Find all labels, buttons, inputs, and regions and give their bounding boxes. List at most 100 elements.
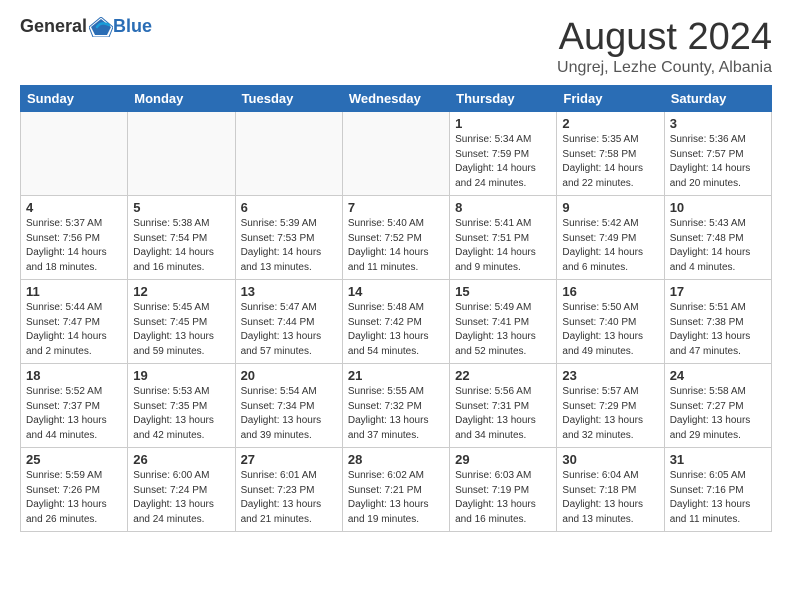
day-info: Sunrise: 5:51 AMSunset: 7:38 PMDaylight:… <box>670 301 766 359</box>
calendar-cell: 8Sunrise: 5:41 AMSunset: 7:51 PMDaylight… <box>450 196 557 280</box>
day-number: 13 <box>241 284 337 299</box>
calendar-cell: 5 Sunrise: 5:38 AMSunset: 7:54 PMDaylight… <box>128 196 235 280</box>
calendar-table: Sunday Monday Tuesday Wednesday Thursday… <box>20 85 772 532</box>
col-friday: Friday <box>557 86 664 112</box>
col-wednesday: Wednesday <box>342 86 449 112</box>
day-number: 30 <box>562 452 658 467</box>
day-info: Sunrise: 5:48 AMSunset: 7:42 PMDaylight:… <box>348 301 444 359</box>
col-monday: Monday <box>128 86 235 112</box>
day-number: 28 <box>348 452 444 467</box>
calendar-week-1: 4Sunrise: 5:37 AMSunset: 7:56 PMDaylight… <box>21 196 772 280</box>
day-number: 25 <box>26 452 122 467</box>
day-info: Sunrise: 5:52 AMSunset: 7:37 PMDaylight:… <box>26 385 122 443</box>
calendar-cell: 27 Sunrise: 6:01 AMSunset: 7:23 PMDayligh… <box>235 448 342 532</box>
calendar-cell: 15Sunrise: 5:49 AMSunset: 7:41 PMDayligh… <box>450 280 557 364</box>
day-number: 20 <box>241 368 337 383</box>
calendar-cell: 29 Sunrise: 6:03 AMSunset: 7:19 PMDayligh… <box>450 448 557 532</box>
calendar-cell: 28Sunrise: 6:02 AMSunset: 7:21 PMDayligh… <box>342 448 449 532</box>
day-info: Sunrise: 6:00 AMSunset: 7:24 PMDaylight:… <box>133 469 229 527</box>
calendar-cell: 30 Sunrise: 6:04 AMSunset: 7:18 PMDayligh… <box>557 448 664 532</box>
day-info: Sunrise: 5:40 AMSunset: 7:52 PMDaylight:… <box>348 217 444 275</box>
day-number: 5 <box>133 200 229 215</box>
day-info: Sunrise: 5:42 AMSunset: 7:49 PMDaylight:… <box>562 217 658 275</box>
day-number: 24 <box>670 368 766 383</box>
calendar-cell: 17 Sunrise: 5:51 AMSunset: 7:38 PMDayligh… <box>664 280 771 364</box>
day-number: 29 <box>455 452 551 467</box>
day-info: Sunrise: 6:04 AMSunset: 7:18 PMDaylight:… <box>562 469 658 527</box>
day-number: 7 <box>348 200 444 215</box>
day-number: 18 <box>26 368 122 383</box>
logo-blue-text: Blue <box>113 16 152 37</box>
day-info: Sunrise: 5:56 AMSunset: 7:31 PMDaylight:… <box>455 385 551 443</box>
day-info: Sunrise: 5:54 AMSunset: 7:34 PMDaylight:… <box>241 385 337 443</box>
calendar-cell: 11Sunrise: 5:44 AMSunset: 7:47 PMDayligh… <box>21 280 128 364</box>
calendar-header-row: Sunday Monday Tuesday Wednesday Thursday… <box>21 86 772 112</box>
calendar-week-4: 25 Sunrise: 5:59 AMSunset: 7:26 PMDayligh… <box>21 448 772 532</box>
calendar-cell: 20 Sunrise: 5:54 AMSunset: 7:34 PMDayligh… <box>235 364 342 448</box>
calendar-cell: 9 Sunrise: 5:42 AMSunset: 7:49 PMDaylight… <box>557 196 664 280</box>
calendar-cell <box>235 112 342 196</box>
day-info: Sunrise: 5:36 AMSunset: 7:57 PMDaylight:… <box>670 133 766 191</box>
day-number: 22 <box>455 368 551 383</box>
day-number: 4 <box>26 200 122 215</box>
day-info: Sunrise: 5:47 AMSunset: 7:44 PMDaylight:… <box>241 301 337 359</box>
calendar-cell: 1Sunrise: 5:34 AMSunset: 7:59 PMDaylight… <box>450 112 557 196</box>
calendar-cell: 3 Sunrise: 5:36 AMSunset: 7:57 PMDaylight… <box>664 112 771 196</box>
day-number: 8 <box>455 200 551 215</box>
calendar-cell <box>128 112 235 196</box>
calendar-cell: 12 Sunrise: 5:45 AMSunset: 7:45 PMDayligh… <box>128 280 235 364</box>
day-info: Sunrise: 5:55 AMSunset: 7:32 PMDaylight:… <box>348 385 444 443</box>
calendar-cell: 4Sunrise: 5:37 AMSunset: 7:56 PMDaylight… <box>21 196 128 280</box>
calendar-cell: 13 Sunrise: 5:47 AMSunset: 7:44 PMDayligh… <box>235 280 342 364</box>
calendar-cell: 22 Sunrise: 5:56 AMSunset: 7:31 PMDayligh… <box>450 364 557 448</box>
col-sunday: Sunday <box>21 86 128 112</box>
title-area: August 2024 Ungrej, Lezhe County, Albani… <box>557 16 772 77</box>
calendar-week-2: 11Sunrise: 5:44 AMSunset: 7:47 PMDayligh… <box>21 280 772 364</box>
day-number: 10 <box>670 200 766 215</box>
day-number: 17 <box>670 284 766 299</box>
day-info: Sunrise: 6:01 AMSunset: 7:23 PMDaylight:… <box>241 469 337 527</box>
day-number: 27 <box>241 452 337 467</box>
calendar-cell: 7 Sunrise: 5:40 AMSunset: 7:52 PMDaylight… <box>342 196 449 280</box>
calendar-cell: 25 Sunrise: 5:59 AMSunset: 7:26 PMDayligh… <box>21 448 128 532</box>
calendar-cell: 2Sunrise: 5:35 AMSunset: 7:58 PMDaylight… <box>557 112 664 196</box>
calendar-cell: 18 Sunrise: 5:52 AMSunset: 7:37 PMDayligh… <box>21 364 128 448</box>
day-info: Sunrise: 5:44 AMSunset: 7:47 PMDaylight:… <box>26 301 122 359</box>
calendar-cell: 24 Sunrise: 5:58 AMSunset: 7:27 PMDayligh… <box>664 364 771 448</box>
col-thursday: Thursday <box>450 86 557 112</box>
calendar-cell: 14Sunrise: 5:48 AMSunset: 7:42 PMDayligh… <box>342 280 449 364</box>
day-number: 19 <box>133 368 229 383</box>
day-info: Sunrise: 5:38 AMSunset: 7:54 PMDaylight:… <box>133 217 229 275</box>
day-info: Sunrise: 6:03 AMSunset: 7:19 PMDaylight:… <box>455 469 551 527</box>
logo-general-text: General <box>20 16 87 37</box>
day-number: 12 <box>133 284 229 299</box>
day-info: Sunrise: 6:05 AMSunset: 7:16 PMDaylight:… <box>670 469 766 527</box>
calendar-cell: 26 Sunrise: 6:00 AMSunset: 7:24 PMDayligh… <box>128 448 235 532</box>
logo: General Blue <box>20 16 152 37</box>
calendar-week-3: 18 Sunrise: 5:52 AMSunset: 7:37 PMDayligh… <box>21 364 772 448</box>
logo-icon <box>89 17 113 37</box>
day-info: Sunrise: 5:57 AMSunset: 7:29 PMDaylight:… <box>562 385 658 443</box>
day-number: 6 <box>241 200 337 215</box>
day-number: 9 <box>562 200 658 215</box>
col-saturday: Saturday <box>664 86 771 112</box>
day-number: 2 <box>562 116 658 131</box>
day-number: 1 <box>455 116 551 131</box>
day-number: 26 <box>133 452 229 467</box>
month-title: August 2024 <box>557 16 772 59</box>
day-number: 21 <box>348 368 444 383</box>
day-number: 31 <box>670 452 766 467</box>
day-info: Sunrise: 5:45 AMSunset: 7:45 PMDaylight:… <box>133 301 229 359</box>
day-number: 16 <box>562 284 658 299</box>
calendar-week-0: 1Sunrise: 5:34 AMSunset: 7:59 PMDaylight… <box>21 112 772 196</box>
day-info: Sunrise: 5:59 AMSunset: 7:26 PMDaylight:… <box>26 469 122 527</box>
calendar-body: 1Sunrise: 5:34 AMSunset: 7:59 PMDaylight… <box>21 112 772 532</box>
day-info: Sunrise: 5:58 AMSunset: 7:27 PMDaylight:… <box>670 385 766 443</box>
calendar-cell: 21 Sunrise: 5:55 AMSunset: 7:32 PMDayligh… <box>342 364 449 448</box>
day-number: 3 <box>670 116 766 131</box>
col-tuesday: Tuesday <box>235 86 342 112</box>
day-info: Sunrise: 5:43 AMSunset: 7:48 PMDaylight:… <box>670 217 766 275</box>
day-info: Sunrise: 5:39 AMSunset: 7:53 PMDaylight:… <box>241 217 337 275</box>
calendar-cell: 16Sunrise: 5:50 AMSunset: 7:40 PMDayligh… <box>557 280 664 364</box>
calendar-cell <box>21 112 128 196</box>
